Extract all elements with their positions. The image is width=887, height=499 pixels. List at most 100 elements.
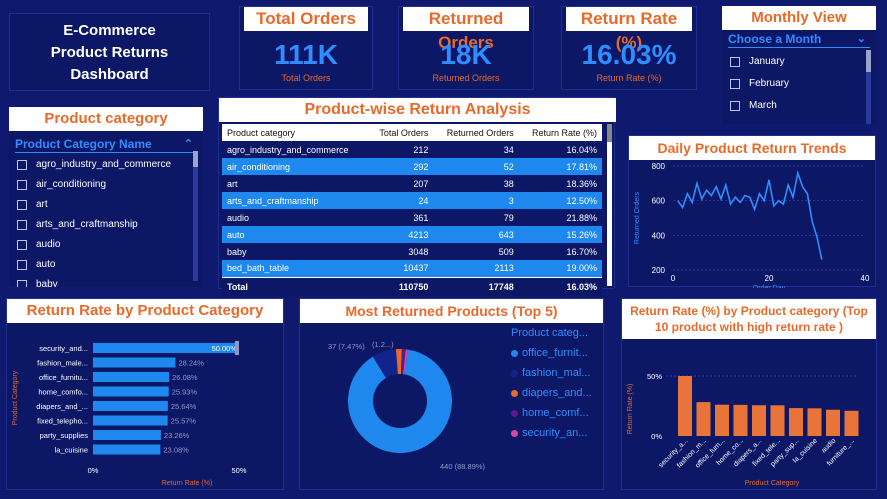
table-row[interactable]: auto 4213 643 15.26%: [222, 226, 602, 243]
option-label: January: [749, 56, 785, 67]
return-rate-category-chart: security_and... 50.00% fashion_male... 28.2…: [12, 341, 247, 487]
category-option[interactable]: baby: [9, 275, 203, 287]
option-label: auto: [36, 259, 56, 270]
legend-label: fashion_mal...: [522, 367, 591, 379]
table-cell: 3048: [367, 243, 434, 260]
option-label: art: [36, 199, 48, 210]
table-cell: 207: [367, 175, 434, 192]
total-cell: 16.03%: [518, 276, 602, 296]
slice-data-label: (1.2...): [372, 340, 394, 349]
month-scrollbar-thumb[interactable]: [866, 50, 871, 72]
category-label: audio: [820, 437, 837, 454]
category-label: fixed_telepho...: [37, 417, 88, 426]
slice-data-label: 37 (7.47%): [328, 342, 365, 351]
table-scrollbar[interactable]: [607, 124, 612, 286]
legend-item[interactable]: office_furnit...: [511, 343, 605, 363]
month-option[interactable]: February: [722, 74, 876, 94]
table-header-row: Product category Total Orders Returned O…: [222, 124, 602, 141]
category-option[interactable]: audio: [9, 235, 203, 255]
table-cell: 212: [367, 141, 434, 158]
bar: [678, 376, 692, 436]
bar: [93, 357, 176, 368]
option-label: arts_and_craftmanship: [36, 219, 138, 230]
legend-dot-icon: [511, 429, 518, 437]
title-line-2: Product Returns: [50, 44, 169, 61]
column-header[interactable]: Returned Orders: [433, 124, 519, 141]
month-dropdown[interactable]: Choose a Month ⌄: [728, 30, 870, 48]
category-option[interactable]: air_conditioning: [9, 175, 203, 195]
category-label: diapers_and_...: [36, 402, 88, 411]
kpi-value: 16.03%: [581, 39, 677, 70]
category-scrollbar[interactable]: [193, 151, 198, 281]
category-scrollbar-thumb[interactable]: [193, 151, 198, 167]
kpi-header: Returned Orders: [403, 7, 529, 52]
checkbox[interactable]: [17, 160, 27, 170]
total-cell: Total: [222, 276, 368, 296]
table-row[interactable]: art 207 38 18.36%: [222, 175, 602, 192]
category-option[interactable]: auto: [9, 255, 203, 275]
legend-item[interactable]: fashion_mal...: [511, 363, 605, 383]
top10-return-rate-chart: 0%50%security_a...fashion_m...office_fur…: [627, 372, 859, 487]
bar: [696, 402, 711, 436]
table-scrollbar-thumb[interactable]: [607, 124, 612, 142]
checkbox[interactable]: [17, 220, 27, 230]
checkbox[interactable]: [730, 79, 740, 89]
table-row[interactable]: baby 3048 509 16.70%: [222, 243, 602, 260]
month-option[interactable]: January: [722, 52, 876, 72]
bar: [844, 410, 859, 436]
category-option[interactable]: art: [9, 195, 203, 215]
checkbox[interactable]: [730, 101, 740, 111]
product-category-slicer: Product category Product Category Name ⌃…: [9, 107, 203, 287]
x-tick-label: 0: [671, 274, 676, 283]
month-option[interactable]: March: [722, 96, 876, 116]
total-cell: 110750: [367, 276, 434, 296]
chevron-up-icon: ⌃: [183, 138, 193, 150]
table-cell: bed_bath_table: [222, 260, 368, 277]
bar: [807, 408, 822, 436]
checkbox[interactable]: [17, 200, 27, 210]
table-cell: 16.04%: [518, 141, 602, 158]
checkbox[interactable]: [17, 240, 27, 250]
legend-item[interactable]: security_an...: [511, 423, 605, 443]
data-label: 28.24%: [178, 359, 204, 368]
legend-title: Product categ...: [511, 327, 589, 339]
category-option[interactable]: arts_and_craftmanship: [9, 215, 203, 235]
bar: [826, 409, 840, 436]
y-tick-label: 600: [652, 197, 666, 206]
category-option[interactable]: agro_industry_and_commerce: [9, 155, 203, 175]
bar: [93, 444, 161, 455]
daily-trend-chart: 200 400 600 800 0 20 40 Order Day Returned Order…: [634, 162, 870, 292]
data-label: 26.08%: [172, 373, 198, 382]
table-cell: audio: [222, 209, 368, 226]
column-header[interactable]: Return Rate (%): [518, 124, 602, 141]
table-cell: arts_and_craftmanship: [222, 192, 368, 209]
table-cell: 19.00%: [518, 260, 602, 277]
legend-dot-icon: [511, 349, 518, 357]
checkbox[interactable]: [17, 180, 27, 190]
checkbox[interactable]: [730, 57, 740, 67]
legend-item[interactable]: diapers_and...: [511, 383, 605, 403]
data-label: 25.57%: [171, 417, 197, 426]
category-label: party_supplies: [40, 431, 89, 440]
legend-label: diapers_and...: [522, 387, 592, 399]
category-label: fashion_male...: [37, 359, 88, 368]
slicer-header: Product category: [9, 107, 203, 131]
table-row[interactable]: air_conditioning 292 52 17.81%: [222, 158, 602, 175]
checkbox[interactable]: [17, 280, 27, 287]
table-row[interactable]: agro_industry_and_commerce 212 34 16.04%: [222, 141, 602, 158]
checkbox[interactable]: [17, 260, 27, 270]
bar: [93, 372, 170, 382]
table-row[interactable]: bed_bath_table 10437 2113 19.00%: [222, 260, 602, 277]
legend-item[interactable]: home_comf...: [511, 403, 605, 423]
option-label: February: [749, 78, 790, 89]
x-tick-label: 40: [861, 274, 870, 283]
column-header[interactable]: Total Orders: [367, 124, 434, 141]
table-row[interactable]: audio 361 79 21.88%: [222, 209, 602, 226]
product-return-table: Product category Total Orders Returned O…: [222, 124, 602, 296]
bar: [93, 415, 168, 426]
table-cell: 15.26%: [518, 226, 602, 243]
table-row[interactable]: arts_and_craftmanship 24 3 12.50%: [222, 192, 602, 209]
table-cell: agro_industry_and_commerce: [222, 141, 368, 158]
chart-title: Daily Product Return Trends: [629, 136, 875, 160]
column-header[interactable]: Product category: [222, 124, 368, 141]
